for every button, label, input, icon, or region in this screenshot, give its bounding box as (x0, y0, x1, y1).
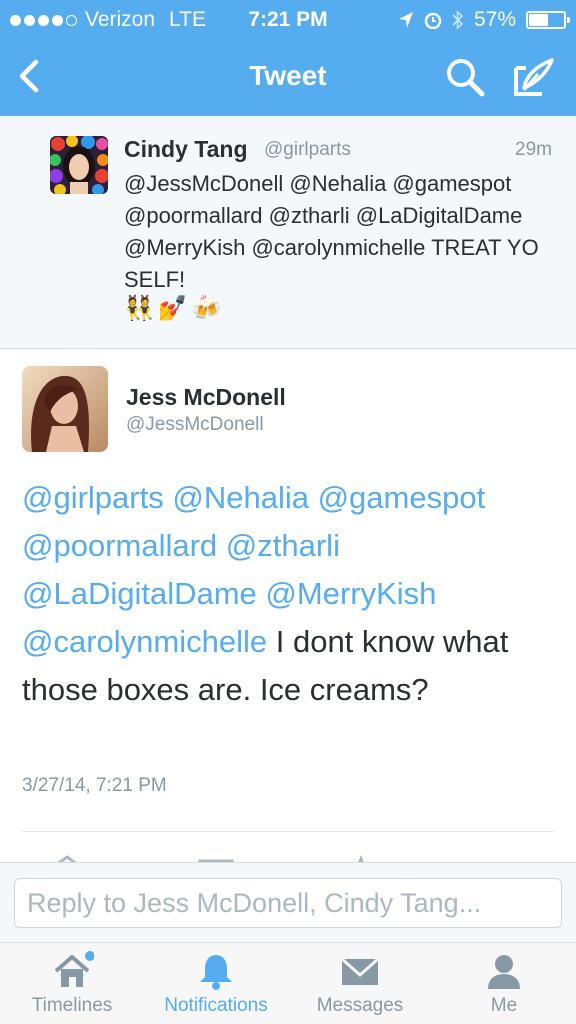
reply-input[interactable]: Reply to Jess McDonell, Cindy Tang... (14, 878, 562, 928)
status-right: 57% (398, 8, 570, 32)
unread-badge (85, 951, 94, 961)
tweet-text: @JessMcDonell @Nehalia @gamespot @poorma… (124, 171, 539, 292)
alarm-icon (424, 12, 442, 29)
beers-emoji: 🍻 (191, 295, 222, 322)
author-handle: @girlparts (264, 139, 351, 160)
location-arrow-icon (398, 12, 413, 28)
compose-tweet-button[interactable] (512, 56, 556, 98)
mention-link[interactable]: @MerryKish (265, 576, 436, 611)
avatar[interactable] (22, 366, 108, 452)
tweet-timestamp: 3/27/14, 7:21 PM (22, 775, 167, 796)
envelope-icon (341, 957, 379, 985)
page-title: Tweet (249, 60, 327, 91)
status-bar: Verizon LTE 7:21 PM 57% (0, 0, 576, 40)
app-header: Verizon LTE 7:21 PM 57% Tweet (0, 0, 576, 116)
tab-messages[interactable]: Messages (288, 943, 432, 1024)
tab-notifications[interactable]: Notifications (144, 943, 288, 1024)
tab-me[interactable]: Me (432, 943, 576, 1024)
mention-link[interactable]: @girlparts (22, 480, 164, 515)
mention-link[interactable]: @ztharli (226, 528, 340, 563)
mention-link[interactable]: @Nehalia (172, 480, 309, 515)
tab-label: Me (490, 995, 518, 1016)
reply-bar: Reply to Jess McDonell, Cindy Tang... (0, 862, 576, 942)
mention-link[interactable]: @carolynmichelle (22, 624, 267, 659)
nav-bar: Tweet (0, 44, 576, 108)
mention-link[interactable]: @LaDigitalDame (22, 576, 257, 611)
battery-percent: 57% (473, 8, 516, 31)
avatar[interactable] (50, 136, 108, 194)
tweet-time: 29m (515, 139, 552, 160)
mention-link[interactable]: @poormallard (22, 528, 217, 563)
bell-icon (200, 955, 232, 990)
mention-link[interactable]: @gamespot (318, 480, 486, 515)
tweet-emojis: 👯 💅 🍻 (124, 294, 222, 323)
author-handle: @JessMcDonell (126, 414, 264, 435)
nail-polish-emoji: 💅 (157, 295, 188, 322)
tab-label: Notifications (164, 995, 268, 1016)
author-name[interactable]: Cindy Tang (124, 136, 248, 163)
bluetooth-icon (452, 10, 464, 30)
tab-bar: Timelines Notifications Messages Me (0, 942, 576, 1024)
tweet-text: @girlparts @Nehalia @gamespot @poormalla… (22, 474, 562, 714)
home-icon (54, 951, 94, 987)
search-button[interactable] (444, 56, 486, 98)
parent-tweet[interactable]: Cindy Tang @girlparts 29m @JessMcDonell … (0, 116, 576, 349)
dancers-emoji: 👯 (124, 295, 154, 322)
profile-photo-icon (22, 366, 108, 452)
person-icon (488, 955, 520, 989)
tab-timelines[interactable]: Timelines (0, 943, 144, 1024)
tab-label: Messages (316, 995, 404, 1016)
tab-label: Timelines (31, 995, 113, 1016)
battery-icon (526, 11, 570, 29)
profile-photo-icon (50, 136, 108, 194)
divider (22, 831, 554, 832)
author-name[interactable]: Jess McDonell (126, 384, 286, 411)
